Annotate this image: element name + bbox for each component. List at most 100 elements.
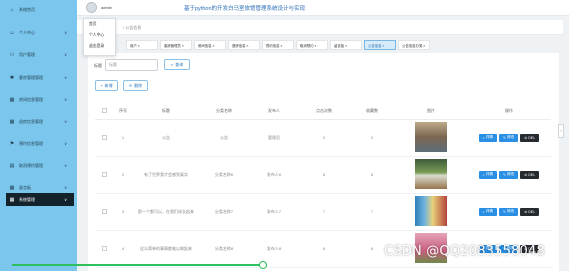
- chevron-down-icon: ∨: [64, 185, 67, 190]
- cell-index: 4: [113, 230, 133, 268]
- sidebar: ⌂ 系统首页 ☺ 个人中心 ∨ ⚇ 用户管理 ∨ ✱ 客房管理管理 ∨ ▦ 房间…: [0, 0, 77, 271]
- side-scroll-handle[interactable]: ›: [558, 124, 564, 138]
- edit-button[interactable]: ✎ 修改: [498, 170, 519, 179]
- room-photo: [415, 159, 447, 189]
- sidebar-item-label: 取消预约管理: [19, 162, 43, 168]
- cell-category: 分类名称8: [199, 230, 249, 268]
- street-photo: [415, 122, 447, 152]
- menu-item-profile[interactable]: 个人中心: [84, 30, 115, 41]
- sidebar-item-checkout[interactable]: ▦ 退房信息管理 ∨: [6, 115, 74, 128]
- detail-button[interactable]: ⌕ 详情: [478, 133, 497, 142]
- del-button[interactable]: ⊘ DEL: [520, 170, 540, 179]
- detail-button[interactable]: ⌕ 详情: [478, 170, 497, 179]
- cell-clicks: 6: [299, 156, 349, 194]
- table-header-row: 序号 标题 分类名称 发布人 点击次数 收藏数 图片 操作: [95, 103, 551, 120]
- row-checkbox[interactable]: [101, 134, 107, 140]
- top-bar: admin 基于python的开发白马室旅馆管理系统设计与实现: [77, 0, 569, 16]
- sidebar-item-home[interactable]: ⌂ 系统首页: [6, 3, 74, 16]
- username[interactable]: admin: [101, 5, 112, 10]
- column-header: 序号: [113, 103, 133, 120]
- pencil-icon: ✎: [502, 135, 506, 140]
- del-button[interactable]: ⊘ DEL: [520, 207, 540, 216]
- tab-bookings[interactable]: 预约信息 ×: [262, 40, 294, 50]
- delete-button[interactable]: ⊖ 删除: [123, 80, 148, 91]
- sidebar-item-room-admin[interactable]: ✱ 客房管理管理 ∨: [6, 71, 74, 84]
- cell-publisher: 管理员: [249, 119, 299, 157]
- cell-title: 那一个都可以，在我们成长起来: [133, 193, 199, 231]
- home-icon: ⌂: [10, 6, 14, 13]
- cell-title: 公告: [133, 119, 199, 157]
- tab-messages[interactable]: 留言板 ×: [330, 40, 362, 50]
- tab-room-admin[interactable]: 客房管理员 ×: [160, 40, 192, 50]
- progress-line: [12, 264, 267, 266]
- sidebar-item-label: 预约信息管理: [19, 140, 43, 146]
- cell-index: 2: [113, 156, 133, 194]
- sidebar-item-system[interactable]: ▦ 系统管理 ∨: [6, 193, 74, 206]
- tab-cancel[interactable]: 取消预约 ×: [296, 40, 328, 50]
- cell-index: 3: [113, 193, 133, 231]
- column-header: 图片: [395, 103, 467, 120]
- sidebar-item-profile[interactable]: ☺ 个人中心 ∨: [6, 26, 74, 39]
- sidebar-item-rooms[interactable]: ▦ 房间信息管理 ∨: [6, 93, 74, 106]
- row-checkbox[interactable]: [101, 245, 107, 251]
- cell-title: 这么简单的事情都难以做起来: [133, 230, 199, 268]
- chevron-down-icon: ∨: [64, 163, 67, 168]
- select-all-cell[interactable]: [95, 103, 113, 120]
- sidebar-item-label: 用户管理: [19, 51, 35, 57]
- tab-checkout[interactable]: 退房信息 ×: [228, 40, 260, 50]
- sidebar-item-cancel[interactable]: ▤ 取消预约管理 ∨: [6, 159, 74, 172]
- cell-category: 公告: [199, 119, 249, 157]
- chevron-down-icon: ∨: [64, 52, 67, 57]
- column-header: 标题: [133, 103, 199, 120]
- watermark: CSDN @QQ2083558048: [384, 244, 545, 259]
- grid-icon: ▦: [9, 96, 15, 103]
- sidebar-item-users[interactable]: ⚇ 用户管理 ∨: [6, 48, 74, 61]
- row-checkbox[interactable]: [101, 171, 107, 177]
- detail-button[interactable]: ⌕ 详情: [478, 207, 497, 216]
- chevron-down-icon: ∨: [64, 119, 67, 124]
- search-input[interactable]: 标题: [105, 59, 158, 71]
- tab-notice-categories[interactable]: 公告信息分类 ×: [398, 40, 430, 50]
- search-button-label: 查询: [175, 61, 184, 67]
- cell-clicks: 7: [299, 193, 349, 231]
- tab-users[interactable]: 用户 ×: [126, 40, 158, 50]
- row-checkbox[interactable]: [101, 208, 107, 214]
- book-photo: [415, 196, 447, 226]
- plus-icon: +: [100, 83, 103, 88]
- chevron-down-icon: ∨: [64, 75, 67, 80]
- tab-rooms[interactable]: 房间信息 ×: [194, 40, 226, 50]
- search-icon: ⌕: [482, 172, 485, 177]
- cell-index: 1: [113, 119, 133, 157]
- breadcrumb-bar: / 公告信息: [77, 20, 563, 35]
- sidebar-item-bookings[interactable]: ⚑ 预约信息管理 ∨: [6, 137, 74, 150]
- column-header: 分类名称: [199, 103, 249, 120]
- search-button[interactable]: ⌕ 查询: [164, 59, 190, 70]
- sidebar-item-label: 个人中心: [19, 29, 35, 35]
- tab-notices[interactable]: 公告信息 ×: [364, 40, 396, 50]
- cell-category: 分类名称7: [199, 193, 249, 231]
- menu-item-logout[interactable]: 退出登录: [84, 41, 115, 52]
- chevron-down-icon: ∨: [64, 30, 67, 35]
- edit-button[interactable]: ✎ 修改: [498, 133, 519, 142]
- del-button[interactable]: ⊘ DEL: [520, 133, 540, 142]
- avatar[interactable]: [86, 2, 97, 13]
- breadcrumb: / 公告信息: [123, 25, 142, 30]
- minus-circle-icon: ⊖: [128, 83, 133, 88]
- sidebar-item-label: 留言板: [19, 184, 31, 190]
- gear-icon: ✱: [9, 74, 15, 81]
- column-header: 收藏数: [349, 103, 395, 120]
- edit-button[interactable]: ✎ 修改: [498, 207, 519, 216]
- user-menu: 首页 个人中心 退出登录: [83, 18, 116, 56]
- delete-icon: ⊘: [524, 172, 528, 177]
- add-button[interactable]: + 新增: [95, 80, 118, 91]
- doc-icon: ▤: [9, 162, 15, 169]
- cell-title: 有了世界我才会感到真实: [133, 156, 199, 194]
- pencil-icon: ✎: [502, 172, 506, 177]
- select-all-checkbox[interactable]: [101, 107, 107, 113]
- cell-publisher: 发布人7: [249, 193, 299, 231]
- progress-knob[interactable]: [259, 261, 267, 269]
- tab-strip: 用户 × 客房管理员 × 房间信息 × 退房信息 × 预约信息 × 取消预约 ×…: [126, 40, 563, 50]
- cell-publisher: 发布人6: [249, 156, 299, 194]
- grid-icon: ▦: [9, 196, 15, 203]
- menu-item-home[interactable]: 首页: [84, 19, 115, 30]
